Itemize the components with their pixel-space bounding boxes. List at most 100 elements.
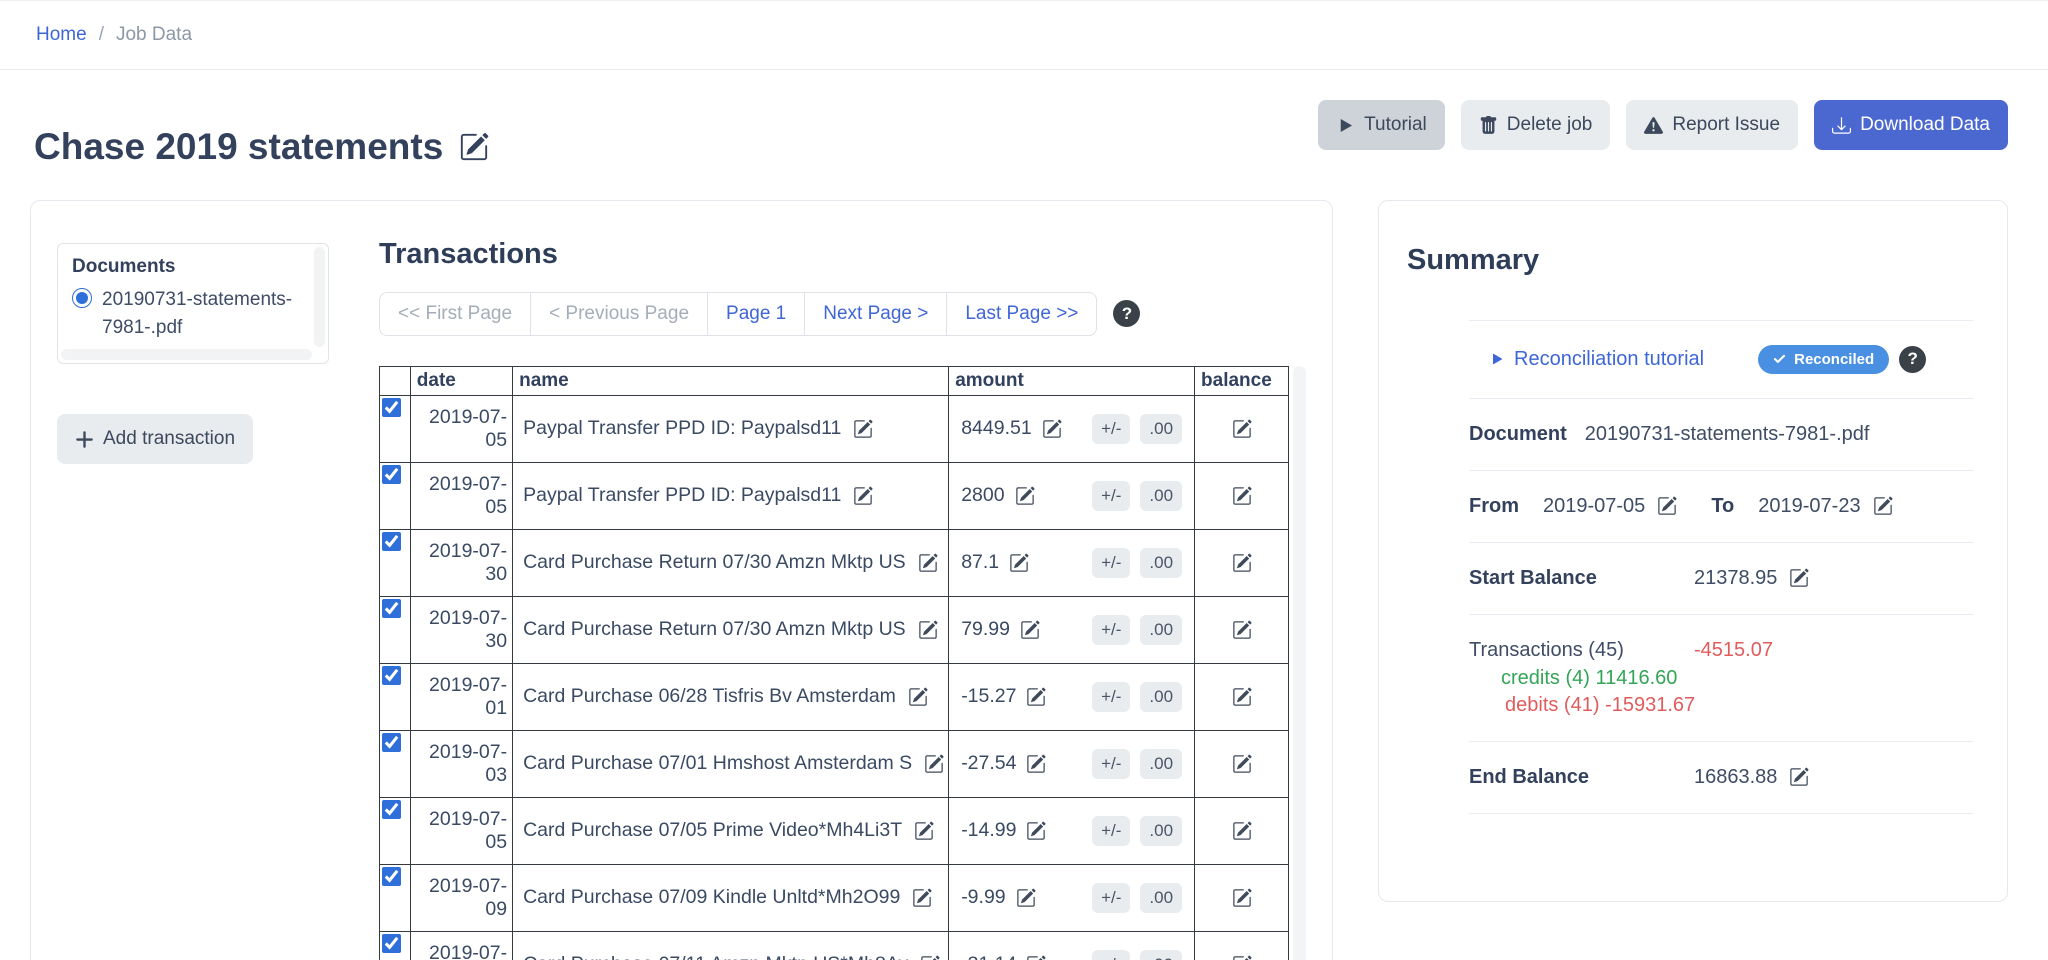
edit-amount-icon[interactable] bbox=[1026, 821, 1046, 841]
edit-balance-icon[interactable] bbox=[1232, 553, 1252, 573]
flip-sign-button[interactable]: +/- bbox=[1092, 883, 1130, 913]
edit-amount-icon[interactable] bbox=[1015, 486, 1035, 506]
plus-icon bbox=[75, 430, 94, 449]
edit-balance-icon[interactable] bbox=[1232, 486, 1252, 506]
table-scrollbar[interactable] bbox=[1293, 366, 1306, 960]
transactions-help-icon[interactable]: ? bbox=[1113, 300, 1140, 327]
tutorial-button[interactable]: Tutorial bbox=[1318, 100, 1445, 150]
row-checkbox[interactable] bbox=[382, 666, 401, 685]
table-row: 2019-07-12 Card Purchase 07/11 Amzn Mktp… bbox=[380, 931, 1289, 960]
edit-amount-icon[interactable] bbox=[1016, 888, 1036, 908]
add-transaction-button[interactable]: Add transaction bbox=[57, 414, 253, 464]
row-checkbox[interactable] bbox=[382, 867, 401, 886]
edit-name-icon[interactable] bbox=[912, 888, 932, 908]
delete-job-button[interactable]: Delete job bbox=[1461, 100, 1611, 150]
edit-name-icon[interactable] bbox=[918, 620, 938, 640]
edit-balance-icon[interactable] bbox=[1232, 955, 1252, 960]
add-cents-button[interactable]: .00 bbox=[1140, 481, 1182, 511]
previous-page-button[interactable]: < Previous Page bbox=[530, 292, 708, 336]
flip-sign-button[interactable]: +/- bbox=[1092, 950, 1130, 960]
add-cents-button[interactable]: .00 bbox=[1140, 816, 1182, 846]
flip-sign-button[interactable]: +/- bbox=[1092, 481, 1130, 511]
edit-start-balance-icon[interactable] bbox=[1789, 568, 1809, 588]
edit-balance-icon[interactable] bbox=[1232, 419, 1252, 439]
edit-to-date-icon[interactable] bbox=[1873, 496, 1893, 516]
flip-sign-button[interactable]: +/- bbox=[1092, 749, 1130, 779]
edit-title-icon[interactable] bbox=[459, 132, 489, 162]
edit-name-icon[interactable] bbox=[920, 955, 940, 960]
reconciliation-help-icon[interactable]: ? bbox=[1899, 346, 1926, 373]
flip-sign-button[interactable]: +/- bbox=[1092, 548, 1130, 578]
row-amount: -31.14 bbox=[961, 953, 1016, 960]
documents-scrollbar-vertical[interactable] bbox=[314, 247, 325, 347]
transactions-table-wrap: date name amount balance 2019-07-05 Payp… bbox=[379, 366, 1306, 960]
download-data-button[interactable]: Download Data bbox=[1814, 100, 2008, 150]
add-cents-button[interactable]: .00 bbox=[1140, 883, 1182, 913]
last-page-button[interactable]: Last Page >> bbox=[946, 292, 1097, 336]
from-date-value: 2019-07-05 bbox=[1543, 495, 1645, 518]
report-issue-button[interactable]: Report Issue bbox=[1626, 100, 1798, 150]
first-page-button[interactable]: << First Page bbox=[379, 292, 531, 336]
add-cents-button[interactable]: .00 bbox=[1140, 414, 1182, 444]
table-row: 2019-07-09 Card Purchase 07/09 Kindle Un… bbox=[380, 864, 1289, 931]
edit-balance-icon[interactable] bbox=[1232, 821, 1252, 841]
add-cents-button[interactable]: .00 bbox=[1140, 682, 1182, 712]
edit-name-icon[interactable] bbox=[853, 419, 873, 439]
documents-scrollbar-horizontal[interactable] bbox=[61, 349, 312, 360]
edit-end-balance-icon[interactable] bbox=[1789, 767, 1809, 787]
edit-balance-icon[interactable] bbox=[1232, 687, 1252, 707]
documents-title: Documents bbox=[72, 256, 302, 278]
row-amount: 2800 bbox=[961, 484, 1004, 507]
row-date: 2019-07-30 bbox=[410, 529, 512, 596]
summary-title: Summary bbox=[1407, 243, 1979, 278]
start-balance-label: Start Balance bbox=[1469, 567, 1694, 590]
edit-balance-icon[interactable] bbox=[1232, 620, 1252, 640]
add-cents-button[interactable]: .00 bbox=[1140, 548, 1182, 578]
edit-name-icon[interactable] bbox=[914, 821, 934, 841]
edit-amount-icon[interactable] bbox=[1026, 687, 1046, 707]
edit-amount-icon[interactable] bbox=[1042, 419, 1062, 439]
edit-from-date-icon[interactable] bbox=[1657, 496, 1677, 516]
edit-balance-icon[interactable] bbox=[1232, 888, 1252, 908]
documents-panel: Documents 20190731-statements-7981-.pdf … bbox=[57, 221, 329, 960]
row-checkbox[interactable] bbox=[382, 532, 401, 551]
reconciliation-tutorial-link[interactable]: Reconciliation tutorial bbox=[1469, 348, 1704, 371]
edit-amount-icon[interactable] bbox=[1020, 620, 1040, 640]
breadcrumb-home-link[interactable]: Home bbox=[36, 24, 87, 46]
edit-name-icon[interactable] bbox=[918, 553, 938, 573]
row-checkbox[interactable] bbox=[382, 800, 401, 819]
document-radio-item[interactable]: 20190731-statements-7981-.pdf bbox=[72, 286, 302, 341]
header-actions: Tutorial Delete job Report Issue Downloa… bbox=[1318, 100, 2008, 150]
edit-name-icon[interactable] bbox=[853, 486, 873, 506]
add-cents-button[interactable]: .00 bbox=[1140, 615, 1182, 645]
flip-sign-button[interactable]: +/- bbox=[1092, 816, 1130, 846]
document-radio[interactable] bbox=[72, 288, 92, 308]
row-checkbox[interactable] bbox=[382, 934, 401, 953]
table-row: 2019-07-03 Card Purchase 07/01 Hmshost A… bbox=[380, 730, 1289, 797]
add-cents-button[interactable]: .00 bbox=[1140, 950, 1182, 960]
row-checkbox[interactable] bbox=[382, 398, 401, 417]
edit-amount-icon[interactable] bbox=[1009, 553, 1029, 573]
row-date: 2019-07-05 bbox=[410, 797, 512, 864]
current-page-button[interactable]: Page 1 bbox=[707, 292, 805, 336]
edit-name-icon[interactable] bbox=[908, 687, 928, 707]
edit-name-icon[interactable] bbox=[924, 754, 944, 774]
add-cents-button[interactable]: .00 bbox=[1140, 749, 1182, 779]
edit-balance-icon[interactable] bbox=[1232, 754, 1252, 774]
flip-sign-button[interactable]: +/- bbox=[1092, 682, 1130, 712]
edit-amount-icon[interactable] bbox=[1026, 754, 1046, 774]
reconciled-badge[interactable]: Reconciled bbox=[1758, 345, 1889, 374]
next-page-button[interactable]: Next Page > bbox=[804, 292, 947, 336]
edit-amount-icon[interactable] bbox=[1026, 955, 1046, 960]
flip-sign-button[interactable]: +/- bbox=[1092, 414, 1130, 444]
flip-sign-button[interactable]: +/- bbox=[1092, 615, 1130, 645]
row-checkbox[interactable] bbox=[382, 599, 401, 618]
row-date: 2019-07-12 bbox=[410, 931, 512, 960]
header-date: date bbox=[410, 366, 512, 395]
play-icon bbox=[1336, 116, 1355, 135]
reconciliation-row: Reconciliation tutorial Reconciled ? bbox=[1469, 320, 1973, 399]
from-label: From bbox=[1469, 495, 1519, 518]
row-checkbox[interactable] bbox=[382, 733, 401, 752]
to-date-value: 2019-07-23 bbox=[1758, 495, 1860, 518]
row-checkbox[interactable] bbox=[382, 465, 401, 484]
